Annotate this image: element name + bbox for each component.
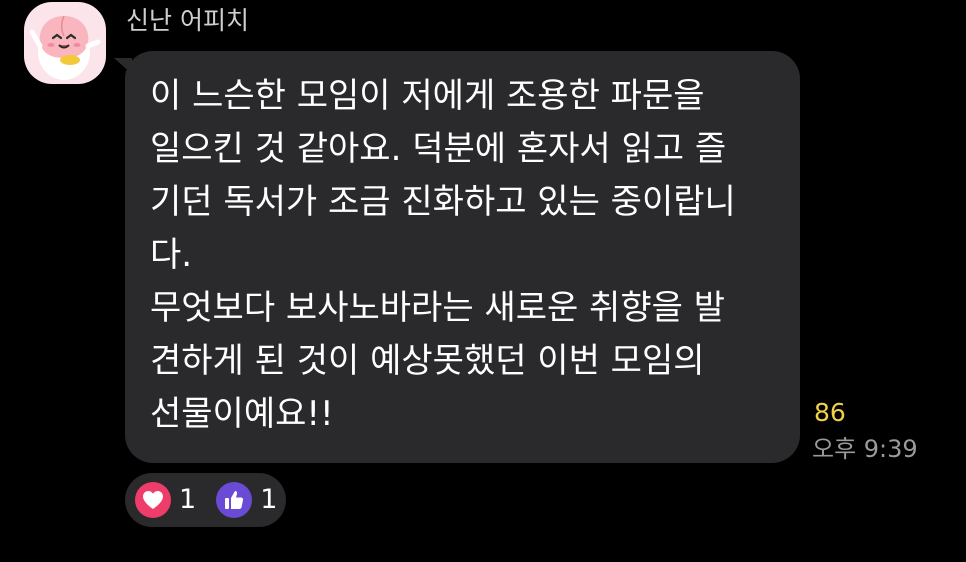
- heart-icon: [135, 482, 171, 518]
- heart-count: 1: [179, 484, 197, 515]
- sender-name[interactable]: 신난 어피치: [126, 4, 249, 38]
- message-bubble[interactable]: 이 느슨한 모임이 저에게 조용한 파문을 일으킨 것 같아요. 덕분에 혼자서…: [125, 51, 800, 463]
- reaction-thumbs-up[interactable]: 1: [216, 473, 277, 527]
- message-line: 다.: [150, 235, 193, 275]
- reaction-bar: 1 1: [125, 473, 286, 527]
- message-line: 무엇보다 보사노바라는 새로운 취향을 발: [150, 288, 725, 328]
- sender-avatar[interactable]: [24, 2, 106, 84]
- unread-count: 86: [814, 398, 846, 427]
- thumbs-up-count: 1: [260, 484, 278, 515]
- message-timestamp: 오후 9:39: [812, 435, 918, 463]
- message-line: 일으킨 것 같아요. 덕분에 혼자서 읽고 즐: [150, 129, 727, 169]
- message-line: 이 느슨한 모임이 저에게 조용한 파문을: [150, 76, 705, 116]
- message-line: 선물이예요!!: [150, 394, 334, 434]
- message-line: 견하게 된 것이 예상못했던 이번 모임의: [150, 341, 705, 381]
- apeach-avatar-icon: [29, 15, 101, 80]
- reaction-heart[interactable]: 1: [135, 473, 196, 527]
- thumbs-up-icon: [216, 482, 253, 518]
- message-line: 기던 독서가 조금 진화하고 있는 중이랍니: [150, 182, 736, 222]
